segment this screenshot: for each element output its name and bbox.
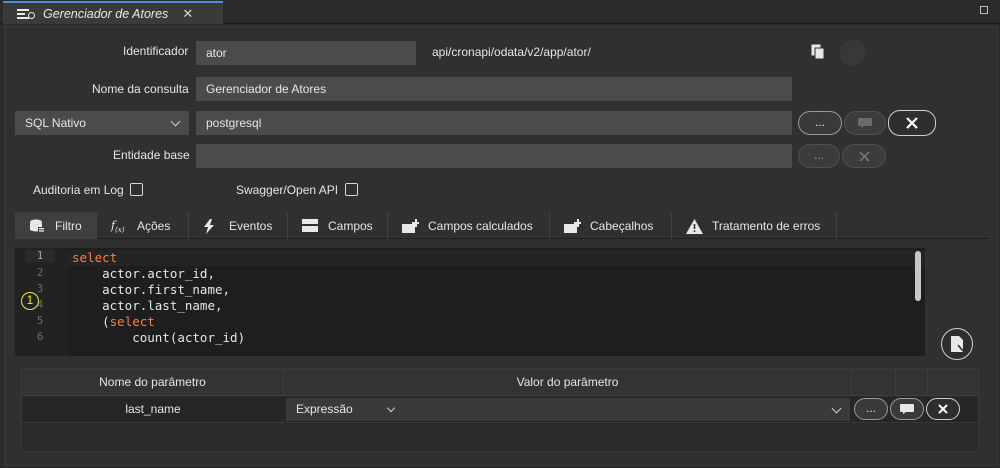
tab-filtro[interactable]: Filtro bbox=[15, 212, 97, 239]
param-comment-button[interactable] bbox=[890, 398, 924, 420]
code-line: actor.first_name, bbox=[72, 282, 231, 297]
tab-tratamento-de-erros[interactable]: Tratamento de erros bbox=[672, 212, 837, 239]
close-tab-icon[interactable]: ✕ bbox=[182, 6, 193, 22]
query-editor-panel: Identificador ator api/cronapi/odata/v2/… bbox=[4, 26, 998, 466]
tab-label: Ações bbox=[137, 218, 171, 233]
code-text: ( bbox=[72, 314, 110, 329]
code-line: actor.last_name, bbox=[72, 298, 223, 313]
section-tabs: Filtro f(x) Ações Eventos Campos Campos … bbox=[15, 212, 989, 239]
audit-label: Auditoria em Log bbox=[33, 183, 124, 197]
copy-icon[interactable] bbox=[811, 44, 825, 60]
identifier-label: Identificador bbox=[123, 44, 189, 58]
editor-scrollbar[interactable] bbox=[915, 251, 921, 301]
tab-label: Tratamento de erros bbox=[712, 218, 821, 233]
table-header: Nome do parâmetro Valor do parâmetro bbox=[22, 369, 978, 396]
column-header-param-value: Valor do parâmetro bbox=[284, 369, 852, 396]
chevron-down-icon bbox=[170, 116, 181, 127]
line-number: 6 bbox=[36, 331, 44, 343]
document-tab[interactable]: Gerenciador de Atores ✕ bbox=[3, 1, 223, 24]
code-line: (select bbox=[72, 314, 155, 329]
column-header-param-name: Nome do parâmetro bbox=[22, 369, 284, 396]
query-manager-icon bbox=[17, 8, 35, 20]
entity-label: Entidade base bbox=[113, 148, 190, 162]
tab-cabecalhos[interactable]: Cabeçalhos bbox=[550, 212, 672, 239]
code-line: count(actor_id) bbox=[72, 330, 246, 345]
code-line: select bbox=[72, 250, 117, 265]
sql-keyword: select bbox=[109, 314, 155, 329]
tab-campos[interactable]: Campos bbox=[288, 212, 388, 239]
table-row: last_name Expressão ... bbox=[22, 397, 978, 423]
tab-label: Filtro bbox=[55, 218, 82, 233]
code-line: actor.actor_id, bbox=[72, 266, 215, 281]
line-number: 5 bbox=[36, 315, 44, 327]
source-type-select[interactable]: SQL Nativo bbox=[15, 111, 189, 135]
tab-label: Eventos bbox=[229, 218, 273, 233]
database-icon bbox=[29, 219, 45, 233]
chevron-down-icon bbox=[831, 403, 842, 414]
line-number: 2 bbox=[36, 267, 44, 279]
warning-icon bbox=[686, 218, 703, 234]
swagger-checkbox[interactable] bbox=[345, 183, 358, 196]
comment-icon bbox=[900, 404, 914, 414]
close-icon bbox=[858, 151, 870, 162]
entity-input[interactable] bbox=[196, 144, 792, 168]
sql-editor[interactable]: 1 2 3 4 5 6 select actor.actor_id, actor… bbox=[15, 248, 925, 356]
audit-checkbox[interactable] bbox=[130, 183, 143, 196]
close-icon bbox=[906, 117, 918, 129]
lightning-icon bbox=[203, 218, 219, 234]
tab-label: Cabeçalhos bbox=[590, 218, 654, 233]
table-icon bbox=[302, 218, 318, 233]
parameters-table: Nome do parâmetro Valor do parâmetro las… bbox=[21, 368, 979, 452]
identifier-input[interactable]: ator bbox=[196, 41, 416, 65]
query-name-input[interactable]: Gerenciador de Atores bbox=[196, 77, 792, 101]
sql-keyword: select bbox=[72, 250, 118, 265]
document-tabbar: Gerenciador de Atores ✕ bbox=[0, 0, 1000, 24]
document-icon bbox=[951, 336, 964, 352]
add-table-icon bbox=[564, 218, 582, 233]
tab-label: Campos bbox=[328, 218, 373, 233]
datasource-browse-button[interactable]: ... bbox=[798, 111, 842, 135]
param-name-cell: last_name bbox=[125, 402, 181, 416]
annotation-badge-1: 1 bbox=[21, 292, 39, 310]
status-indicator bbox=[840, 40, 866, 66]
column-header-empty bbox=[928, 369, 978, 396]
identifier-url: api/cronapi/odata/v2/app/ator/ bbox=[432, 45, 591, 59]
swagger-label: Swagger/Open API bbox=[236, 183, 339, 197]
param-value-type: Expressão bbox=[296, 402, 353, 416]
tab-acoes[interactable]: f(x) Ações bbox=[97, 212, 189, 239]
document-tab-title: Gerenciador de Atores bbox=[43, 6, 169, 21]
column-header-empty bbox=[852, 369, 896, 396]
datasource-clear-button[interactable] bbox=[888, 110, 936, 136]
column-header-empty bbox=[896, 369, 928, 396]
maximize-icon[interactable] bbox=[980, 6, 988, 14]
close-icon bbox=[938, 404, 948, 414]
editor-action-button[interactable] bbox=[941, 328, 973, 360]
tab-eventos[interactable]: Eventos bbox=[189, 212, 288, 239]
entity-browse-button[interactable]: ... bbox=[798, 144, 840, 168]
chevron-down-icon bbox=[386, 403, 396, 413]
entity-clear-button[interactable] bbox=[842, 144, 886, 168]
tab-label: Campos calculados bbox=[428, 218, 533, 233]
param-remove-button[interactable] bbox=[926, 398, 960, 420]
add-table-icon bbox=[402, 218, 420, 233]
query-name-label: Nome da consulta bbox=[92, 82, 189, 96]
source-type-value: SQL Nativo bbox=[25, 116, 86, 130]
tab-campos-calculados[interactable]: Campos calculados bbox=[388, 212, 550, 239]
function-icon: f(x) bbox=[111, 218, 125, 234]
line-number: 1 bbox=[25, 250, 55, 262]
param-value-select[interactable]: Expressão bbox=[286, 398, 850, 421]
current-line-highlight bbox=[67, 250, 925, 266]
param-browse-button[interactable]: ... bbox=[854, 398, 888, 420]
comment-icon bbox=[858, 118, 872, 128]
datasource-comment-button[interactable] bbox=[844, 111, 886, 135]
datasource-input[interactable]: postgresql bbox=[196, 111, 792, 135]
